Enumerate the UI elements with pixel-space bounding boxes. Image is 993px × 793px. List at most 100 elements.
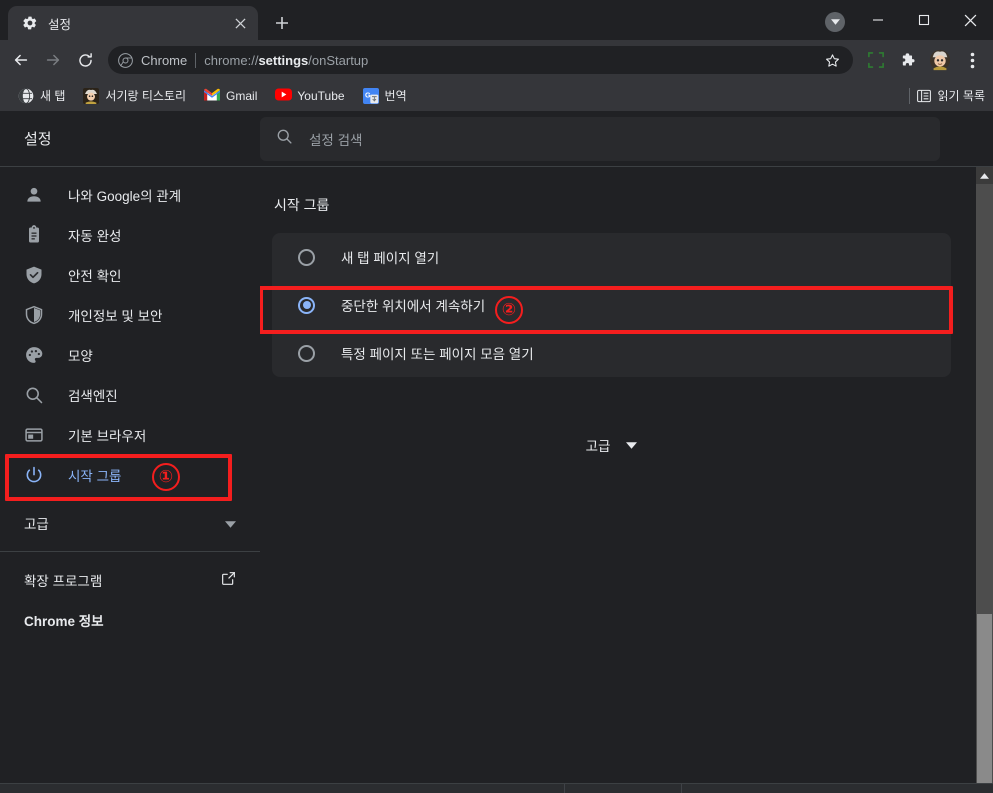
bookmark-translate[interactable]: G 번역 (355, 83, 415, 108)
taskbar-segment (0, 783, 565, 793)
browser-window: 설정 Chrome chrome://settings/onStartup 새 … (0, 0, 993, 793)
advanced-toggle-button[interactable]: 고급 (272, 435, 951, 455)
radio-button[interactable] (298, 296, 315, 314)
bookmark-label: YouTube (297, 88, 345, 103)
search-icon (276, 128, 293, 150)
advanced-toggle-label: 고급 (585, 439, 611, 454)
sidebar-advanced-label: 고급 (24, 517, 49, 532)
scroll-up-arrow-icon[interactable] (976, 167, 993, 184)
chrome-logo-icon (118, 52, 133, 68)
search-placeholder: 설정 검색 (309, 132, 363, 148)
clipboard-icon (24, 225, 44, 245)
browser-window-icon (24, 425, 44, 445)
sidebar-item-label: 나와 Google의 관계 (68, 189, 182, 204)
new-tab-button[interactable] (268, 9, 296, 37)
sidebar-extensions-label: 확장 프로그램 (24, 574, 103, 589)
bookmark-gmail[interactable]: Gmail (196, 84, 265, 108)
sidebar-item-search-engine[interactable]: 검색엔진 (0, 375, 248, 415)
sidebar-item-label: 시작 그룹 (68, 469, 122, 484)
radio-option-continue[interactable]: 중단한 위치에서 계속하기 (272, 281, 951, 329)
scrollbar-track[interactable] (976, 184, 993, 789)
back-arrow-icon[interactable] (6, 45, 36, 75)
reading-list-label: 읽기 목록 (937, 89, 986, 103)
shield-check-icon (24, 265, 44, 285)
puzzle-piece-icon[interactable] (893, 45, 923, 75)
browser-tab-settings[interactable]: 설정 (8, 6, 258, 40)
bookmark-tistory[interactable]: 서기랑 티스토리 (75, 83, 194, 108)
tab-strip: 설정 (0, 0, 993, 40)
radio-label: 특정 페이지 또는 페이지 모음 열기 (341, 347, 534, 362)
taskbar-strip (0, 783, 993, 793)
page-title: 설정 (24, 131, 52, 148)
bookmark-new-tab[interactable]: 새 탭 (10, 83, 73, 108)
sidebar-item-google[interactable]: 나와 Google의 관계 (0, 175, 248, 215)
radio-option-new-tab[interactable]: 새 탭 페이지 열기 (272, 233, 951, 281)
settings-body: 나와 Google의 관계 자동 완성 안전 확인 개인정보 및 보안 모양 검… (0, 167, 993, 793)
omnibox-chip-label: Chrome (141, 52, 188, 68)
omnibox-separator (195, 52, 197, 68)
bookmark-youtube[interactable]: YouTube (267, 84, 352, 108)
browser-toolbar: Chrome chrome://settings/onStartup (0, 40, 993, 80)
svg-text:G: G (365, 90, 371, 99)
radio-label: 새 탭 페이지 열기 (341, 251, 440, 266)
sidebar-item-startup[interactable]: 시작 그룹 (0, 455, 248, 495)
bookmark-star-icon[interactable] (817, 45, 847, 75)
globe-icon (18, 87, 34, 104)
palette-icon (24, 345, 44, 365)
tab-search-caret-icon[interactable] (825, 12, 845, 32)
omnibox-url: chrome://settings/onStartup (204, 52, 369, 68)
sidebar-about-label: Chrome 정보 (24, 614, 104, 629)
screen-capture-icon[interactable] (861, 45, 891, 75)
radio-label: 중단한 위치에서 계속하기 (341, 299, 486, 314)
radio-button[interactable] (298, 248, 315, 266)
radio-option-specific-pages[interactable]: 특정 페이지 또는 페이지 모음 열기 (272, 329, 951, 377)
magnifier-icon (24, 385, 44, 405)
sidebar-item-privacy[interactable]: 개인정보 및 보안 (0, 295, 248, 335)
sidebar-item-safety-check[interactable]: 안전 확인 (0, 255, 248, 295)
window-controls (855, 0, 993, 40)
scrollbar-thumb[interactable] (977, 614, 992, 789)
taskbar-segment (565, 783, 682, 793)
bookmark-label: 새 탭 (40, 89, 66, 103)
reload-icon[interactable] (70, 45, 100, 75)
minimize-button[interactable] (855, 3, 901, 37)
sidebar-item-label: 자동 완성 (68, 229, 122, 244)
vertical-scrollbar[interactable] (976, 167, 993, 793)
taskbar-segment (682, 784, 993, 793)
sidebar-item-label: 안전 확인 (68, 269, 122, 284)
three-dot-menu-icon[interactable] (957, 45, 987, 75)
reading-list-button[interactable]: 읽기 목록 (908, 87, 986, 104)
section-title: 시작 그룹 (274, 197, 330, 213)
chevron-down-icon (626, 436, 638, 454)
bookmarks-divider (908, 87, 910, 104)
bookmark-label: Gmail (226, 88, 258, 103)
reading-list-icon (916, 88, 932, 104)
sidebar-item-default-browser[interactable]: 기본 브라우저 (0, 415, 248, 455)
tab-title: 설정 (48, 17, 72, 32)
settings-header: 설정 설정 검색 (0, 111, 993, 167)
radio-button[interactable] (298, 344, 315, 362)
maximize-button[interactable] (901, 3, 947, 37)
youtube-icon (275, 87, 293, 104)
close-window-button[interactable] (947, 3, 993, 37)
tistory-avatar-icon (83, 87, 100, 104)
sidebar-divider (0, 551, 260, 552)
search-input[interactable]: 설정 검색 (260, 116, 940, 161)
forward-arrow-icon[interactable] (38, 45, 68, 75)
power-icon (24, 465, 44, 485)
address-bar[interactable]: Chrome chrome://settings/onStartup (108, 46, 853, 74)
sidebar-advanced-group[interactable]: 고급 (0, 503, 260, 543)
gmail-icon (204, 88, 221, 104)
close-icon[interactable] (230, 13, 250, 33)
profile-avatar-icon[interactable] (925, 45, 955, 75)
sidebar-extensions-link[interactable]: 확장 프로그램 (0, 560, 260, 600)
settings-sidebar: 나와 Google의 관계 자동 완성 안전 확인 개인정보 및 보안 모양 검… (0, 167, 260, 793)
sidebar-item-appearance[interactable]: 모양 (0, 335, 248, 375)
sidebar-item-autofill[interactable]: 자동 완성 (0, 215, 248, 255)
sidebar-item-label: 개인정보 및 보안 (68, 309, 163, 324)
sidebar-about-link[interactable]: Chrome 정보 (0, 600, 260, 640)
bookmark-label: 번역 (384, 89, 407, 103)
settings-main: 시작 그룹 새 탭 페이지 열기 중단한 위치에서 계속하기 특정 페이지 또는… (260, 167, 993, 793)
bookmarks-bar: 새 탭 서기랑 티스토리 Gmail YouTube G 번역 읽기 목록 (0, 80, 993, 111)
bookmark-label: 서기랑 티스토리 (105, 89, 187, 103)
